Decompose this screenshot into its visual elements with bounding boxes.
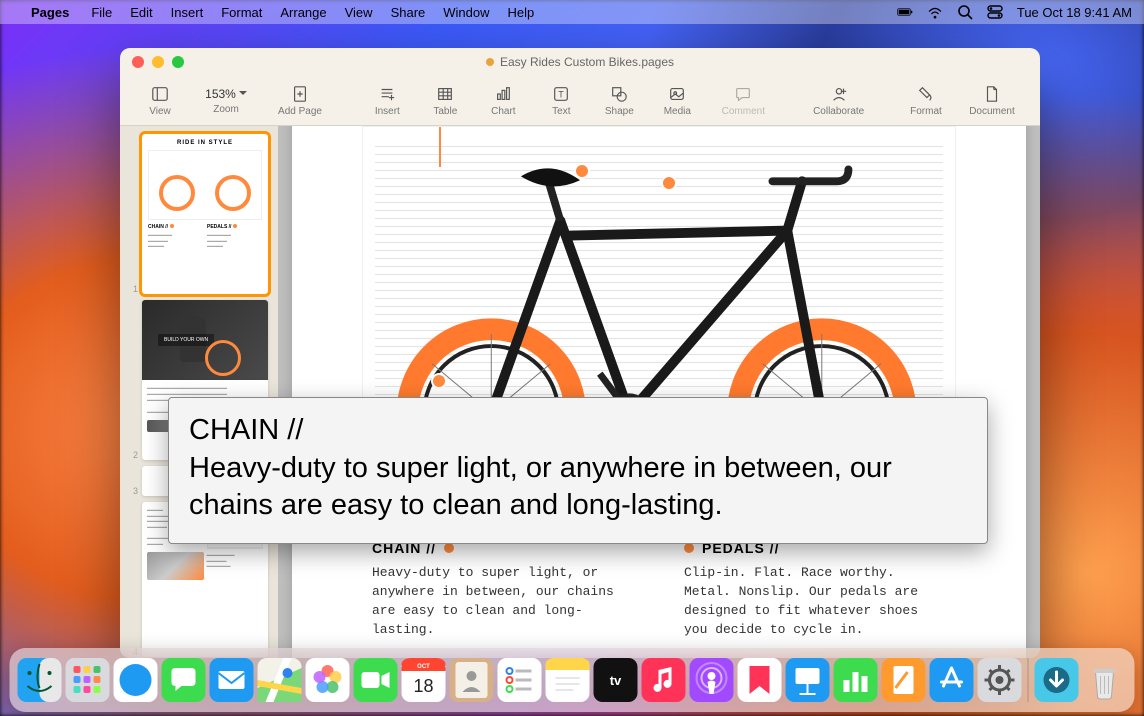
hover-text-overlay: CHAIN // Heavy-duty to super light, or a… [168,397,988,544]
toolbar-shape[interactable]: Shape [593,85,645,117]
dock-photos[interactable] [306,658,350,702]
dock-finder[interactable] [18,658,62,702]
canvas[interactable]: CHAIN // Heavy-duty to super light, or a… [278,126,1040,658]
toolbar-collaborate[interactable]: Collaborate [805,85,873,117]
toolbar-format[interactable]: Format [900,85,952,117]
svg-text:18: 18 [413,676,433,696]
dock-settings[interactable] [978,658,1022,702]
dock-reminders[interactable] [498,658,542,702]
toolbar-document[interactable]: Document [958,85,1026,117]
traffic-lights [132,56,184,68]
thumb-number: 2 [130,450,138,460]
dock-calendar[interactable]: OCT 18 [402,658,446,702]
page-thumbnail-1[interactable]: RIDE IN STYLE CHAIN //▬▬▬▬▬▬▬▬▬▬▬▬▬▬▬ PE… [142,134,268,294]
callout-marker-seat [576,165,588,177]
menu-format[interactable]: Format [212,5,271,20]
toolbar-view[interactable]: View [134,85,186,117]
dock-trash[interactable] [1083,658,1127,702]
bullet-icon [684,543,694,553]
dock-messages[interactable] [162,658,206,702]
menu-file[interactable]: File [82,5,121,20]
toolbar-chart[interactable]: Chart [477,85,529,117]
control-center-icon[interactable] [987,4,1003,20]
dock-separator [1028,658,1029,702]
dock: OCT 18 tv [10,648,1135,712]
dock-appstore[interactable] [930,658,974,702]
thumb-bike-image [148,150,262,220]
toolbar-text[interactable]: TText [535,85,587,117]
pages-window: Easy Rides Custom Bikes.pages View 153%Z… [120,48,1040,658]
fullscreen-button[interactable] [172,56,184,68]
callout-marker-rear [433,375,445,387]
dock-tv[interactable]: tv [594,658,638,702]
menu-window[interactable]: Window [434,5,498,20]
document-modified-dot [486,58,494,66]
bullet-icon [444,543,454,553]
search-icon[interactable] [957,4,973,20]
menu-insert[interactable]: Insert [162,5,213,20]
document-columns: CHAIN // Heavy-duty to super light, or a… [362,540,956,639]
svg-text:tv: tv [610,673,622,688]
thumb-number: 1 [130,284,138,294]
dock-maps[interactable] [258,658,302,702]
menu-share[interactable]: Share [382,5,435,20]
thumb-title: RIDE IN STYLE [148,140,262,146]
column-pedals[interactable]: PEDALS // Clip-in. Flat. Race worthy. Me… [684,540,946,639]
wifi-icon[interactable] [927,4,943,20]
dock-mail[interactable] [210,658,254,702]
callout-marker-front [663,177,675,189]
callout-line-chain [439,127,441,167]
dock-keynote[interactable] [786,658,830,702]
svg-text:OCT: OCT [417,664,430,670]
menu-arrange[interactable]: Arrange [271,5,335,20]
dock-podcasts[interactable] [690,658,734,702]
dock-notes[interactable] [546,658,590,702]
pedals-body[interactable]: Clip-in. Flat. Race worthy. Metal. Nonsl… [684,564,946,639]
toolbar-table[interactable]: Table [419,85,471,117]
hover-heading: CHAIN // [189,414,303,446]
dock-launchpad[interactable] [66,658,110,702]
dock-safari[interactable] [114,658,158,702]
hover-body: Heavy-duty to super light, or anywhere i… [189,452,892,522]
document-page[interactable]: CHAIN // Heavy-duty to super light, or a… [292,126,1026,658]
toolbar: View 153%Zoom Add Page Insert Table Char… [120,76,1040,126]
thumb-number: 3 [130,486,138,496]
app-menu[interactable]: Pages [22,5,78,20]
toolbar-media[interactable]: Media [651,85,703,117]
dock-downloads[interactable] [1035,658,1079,702]
dock-music[interactable] [642,658,686,702]
svg-text:T: T [559,89,565,99]
thumbnail-sidebar[interactable]: 1 RIDE IN STYLE CHAIN //▬▬▬▬▬▬▬▬▬▬▬▬▬▬▬ … [120,126,278,658]
menu-help[interactable]: Help [499,5,544,20]
dock-news[interactable] [738,658,782,702]
toolbar-add-page[interactable]: Add Page [266,85,334,117]
dock-numbers[interactable] [834,658,878,702]
dock-facetime[interactable] [354,658,398,702]
close-button[interactable] [132,56,144,68]
chain-body[interactable]: Heavy-duty to super light, or anywhere i… [372,564,634,639]
menubar: Pages File Edit Insert Format Arrange Vi… [0,0,1144,24]
dock-pages[interactable] [882,658,926,702]
dock-contacts[interactable] [450,658,494,702]
menu-edit[interactable]: Edit [121,5,161,20]
column-chain[interactable]: CHAIN // Heavy-duty to super light, or a… [372,540,634,639]
toolbar-zoom[interactable]: 153%Zoom [192,87,260,115]
battery-icon[interactable] [897,4,913,20]
toolbar-comment: Comment [709,85,777,117]
toolbar-insert[interactable]: Insert [361,85,413,117]
window-title: Easy Rides Custom Bikes.pages [500,55,674,69]
menu-view[interactable]: View [336,5,382,20]
minimize-button[interactable] [152,56,164,68]
window-titlebar[interactable]: Easy Rides Custom Bikes.pages [120,48,1040,76]
workspace: 1 RIDE IN STYLE CHAIN //▬▬▬▬▬▬▬▬▬▬▬▬▬▬▬ … [120,126,1040,658]
menubar-clock[interactable]: Tue Oct 18 9:41 AM [1017,5,1132,20]
